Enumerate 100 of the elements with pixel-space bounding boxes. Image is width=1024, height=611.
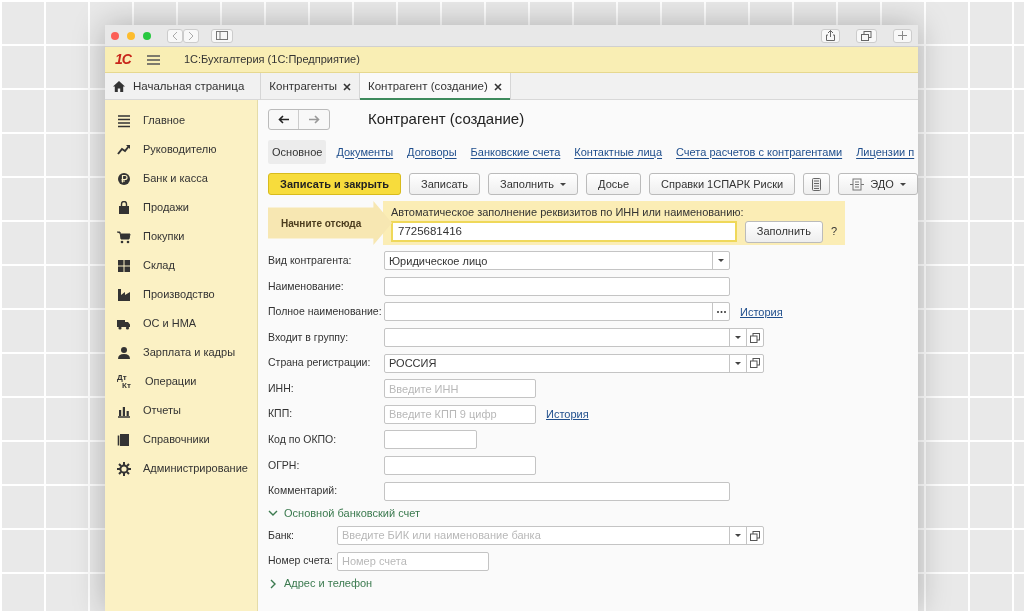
input-field[interactable] [384, 302, 730, 322]
tabs-icon [861, 30, 872, 41]
open-window-icon [750, 358, 760, 369]
sidebar-icon [216, 31, 228, 40]
sidebar-label: Администрирование [143, 461, 248, 477]
help-icon[interactable]: ? [830, 223, 837, 240]
toolbar-button[interactable]: Справки 1СПАРК Риски [649, 173, 796, 195]
field-label: Банк: [268, 527, 296, 543]
form-title: Контрагент (создание) [368, 109, 525, 129]
sidebar-item[interactable]: Справочники [105, 425, 257, 454]
section-tab[interactable]: Документы [332, 139, 398, 164]
sidebar-label: Склад [143, 258, 175, 274]
arrow-right-icon [308, 114, 320, 124]
section-tab[interactable]: Лицензии п [852, 139, 918, 164]
trend-icon [117, 142, 131, 157]
close-icon[interactable] [343, 82, 351, 91]
plus-icon [898, 31, 907, 40]
sidebar-item[interactable]: Склад [105, 251, 257, 280]
field-label: Вид контрагента: [268, 252, 353, 268]
sidebar-item[interactable]: Руководителю [105, 135, 257, 164]
grid-icon [117, 258, 131, 273]
sidebar-label: Операции [145, 374, 197, 390]
calculator-icon [812, 177, 822, 191]
menu-icon[interactable] [146, 54, 160, 65]
group-header[interactable]: Основной банковский счет [268, 503, 918, 523]
input-field[interactable] [384, 456, 536, 476]
sidebar-label: Зарплата и кадры [143, 345, 236, 361]
sidebar-label: Отчеты [143, 403, 182, 419]
coin-icon [117, 171, 131, 186]
sidebar-item[interactable]: Продажи [105, 193, 257, 222]
section-tab[interactable]: Контактные лица [570, 139, 667, 164]
open-window-icon [750, 332, 760, 343]
sidebar-item[interactable]: Зарплата и кадры [105, 338, 257, 367]
edo-button[interactable]: ЭДО [838, 173, 918, 195]
field-label: КПП: [268, 406, 294, 422]
inn-input-field[interactable]: 7725681416 [391, 221, 737, 242]
input-field[interactable] [384, 430, 477, 450]
sidebar-item[interactable]: Производство [105, 280, 257, 309]
sidebar-label: Покупки [143, 229, 185, 245]
sidebar-button[interactable] [211, 28, 233, 43]
sidebar-item[interactable]: ОС и НМА [105, 309, 257, 338]
group-header[interactable]: Адрес и телефон [268, 574, 918, 594]
section-tab[interactable]: Договоры [403, 139, 461, 164]
logo: 1С [115, 50, 131, 69]
sidebar-label: Производство [143, 287, 215, 303]
section-tab[interactable]: Счета расчетов с контрагентами [672, 139, 847, 164]
share-button[interactable] [821, 28, 840, 43]
field-label: Номер счета: [268, 553, 334, 569]
open-window-icon [750, 530, 760, 541]
forward-button[interactable] [183, 28, 199, 43]
debit-credit-icon: Дт Кт [117, 373, 133, 390]
input-field[interactable] [384, 481, 730, 501]
sidebar-label: ОС и НМА [143, 316, 197, 332]
input-field[interactable]: РОССИЯ [384, 353, 764, 373]
sidebar-item[interactable]: Главное [105, 106, 257, 135]
sidebar-item[interactable]: Дт Кт Операции [105, 367, 257, 396]
person-icon [117, 345, 131, 360]
section-tab[interactable]: Банковские счета [466, 139, 565, 164]
field-label: Полное наименование: [268, 304, 383, 320]
arrow-left-icon [278, 114, 289, 124]
factory-icon [117, 287, 131, 302]
sidebar-label: Продажи [143, 200, 189, 216]
cart-icon [117, 229, 131, 244]
tabs-button[interactable] [856, 28, 877, 43]
book-icon [117, 432, 131, 447]
new-tab-button[interactable] [893, 28, 912, 43]
input-field[interactable]: Юридическое лицо [384, 251, 730, 271]
save-and-close-button[interactable]: Записать и закрыть [268, 173, 402, 195]
calculator-button[interactable] [803, 173, 831, 195]
sidebar-item[interactable]: Администрирование [105, 454, 257, 483]
list-icon [117, 113, 131, 128]
toolbar-button[interactable]: Досье [586, 173, 642, 195]
autofill-caption: Автоматическое заполнение реквизитов по ИНН или наименованию: [391, 205, 745, 220]
settings-icon [117, 461, 131, 476]
document-exchange-icon [850, 177, 865, 191]
close-icon[interactable] [493, 82, 502, 91]
toolbar-button[interactable]: Записать [409, 173, 481, 195]
minimize-button[interactable] [127, 31, 135, 40]
field-label: ОГРН: [268, 457, 301, 473]
tab[interactable]: Контрагент (создание) [360, 73, 511, 100]
history-link[interactable]: История [740, 303, 783, 321]
close-button[interactable] [111, 31, 119, 40]
app-title: 1С:Бухгалтерия (1С:Предприятие) [183, 52, 360, 68]
fill-dropdown-button[interactable]: Заполнить [488, 173, 579, 195]
sidebar-label: Главное [143, 113, 186, 129]
section-tab[interactable]: Основное [268, 139, 327, 164]
fill-button[interactable]: Заполнить [744, 220, 823, 243]
chevron-left-icon [172, 31, 178, 40]
sidebar-item[interactable]: Банк и касса [105, 164, 257, 193]
sidebar-item[interactable]: Отчеты [105, 396, 257, 425]
input-field[interactable] [384, 276, 730, 296]
share-icon [826, 30, 835, 41]
history-link[interactable]: История [546, 406, 589, 423]
field-label: Входит в группу: [268, 329, 350, 345]
sidebar-item[interactable]: Покупки [105, 222, 257, 251]
field-label: Код по ОКПО: [268, 432, 338, 448]
input-field[interactable] [384, 328, 764, 348]
zoom-button[interactable] [143, 31, 151, 40]
field-label: Наименование: [268, 278, 345, 294]
sidebar-label: Руководителю [143, 142, 217, 158]
